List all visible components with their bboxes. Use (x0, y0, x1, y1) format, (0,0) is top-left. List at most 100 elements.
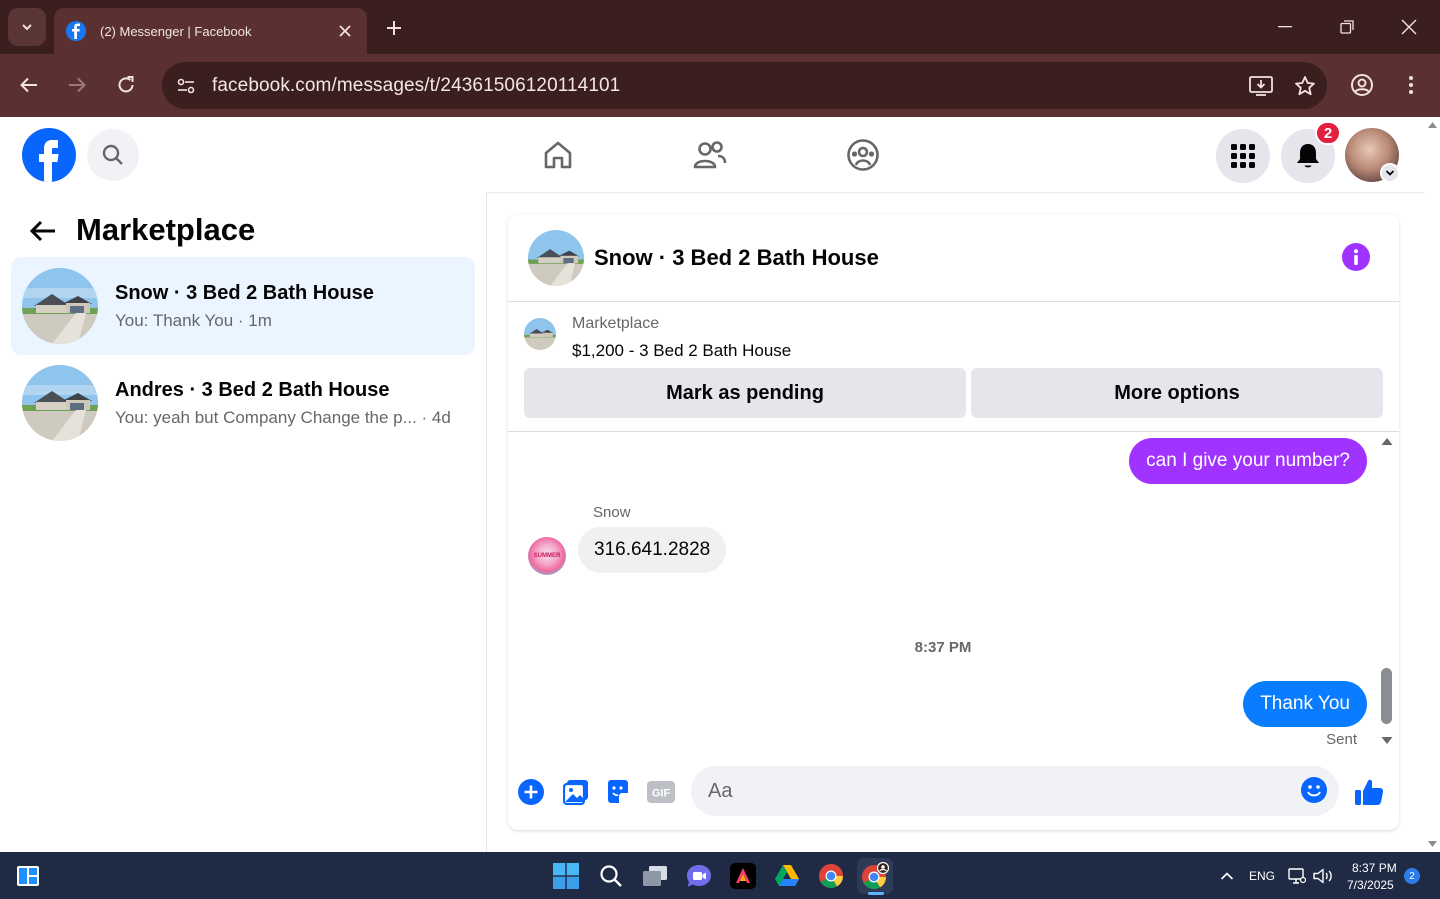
house-thumbnail (22, 268, 98, 344)
send-like-button[interactable] (1352, 775, 1386, 809)
outgoing-message[interactable]: can I give your number? (1129, 438, 1367, 484)
back-to-chats-button[interactable] (24, 212, 62, 250)
listing-source: Marketplace (572, 315, 660, 332)
menu-button[interactable] (1216, 129, 1270, 183)
start-button[interactable] (548, 858, 584, 894)
browser-tab-strip: (2) Messenger | Facebook (0, 0, 1440, 54)
widgets-icon (17, 866, 39, 886)
chat-window: Snow · 3 Bed 2 Bath House Marketplace $1… (508, 214, 1399, 830)
nav-groups[interactable] (839, 131, 887, 179)
show-hidden-icons-button[interactable] (1209, 858, 1245, 894)
restore-icon (1340, 20, 1354, 34)
facebook-search-button[interactable] (87, 129, 139, 181)
facebook-top-nav (0, 117, 1425, 192)
account-circle-icon (1351, 74, 1373, 96)
chrome-icon (819, 864, 843, 889)
attach-photo-button[interactable] (559, 775, 593, 809)
active-app-indicator (868, 892, 884, 895)
input-language[interactable]: ENG (1249, 869, 1275, 883)
nav-friends[interactable] (686, 131, 734, 179)
svg-text:GIF: GIF (652, 788, 671, 800)
clock-date[interactable]: 7/3/2025 (1347, 878, 1394, 892)
gif-button[interactable]: GIF (644, 775, 678, 809)
conversation-preview: You: Thank You · 1m (115, 310, 272, 330)
message-composer: GIF (508, 762, 1399, 822)
tab-search-button[interactable] (8, 8, 46, 46)
bell-icon (1297, 144, 1319, 168)
listing-price-title[interactable]: $1,200 - 3 Bed 2 Bath House (572, 341, 791, 361)
volume-status-icon[interactable] (1308, 858, 1338, 894)
more-options-button[interactable]: More options (971, 368, 1383, 418)
home-icon (544, 141, 572, 169)
arrow-right-icon (69, 77, 86, 93)
clock-time[interactable]: 8:37 PM (1352, 861, 1397, 875)
close-icon (1401, 19, 1417, 35)
plus-circle-icon (518, 779, 544, 805)
account-chevron-icon[interactable] (1380, 163, 1400, 183)
listing-thumbnail[interactable] (524, 318, 556, 350)
close-window-button[interactable] (1378, 0, 1440, 54)
panel-title: Marketplace (76, 212, 256, 247)
browser-tab-messenger[interactable]: (2) Messenger | Facebook (54, 8, 367, 54)
facebook-logo-icon[interactable] (22, 128, 76, 182)
adobe-express-button[interactable] (725, 858, 761, 894)
task-view-button[interactable] (637, 858, 673, 894)
restore-button[interactable] (1316, 0, 1378, 54)
chat-house-thumbnail[interactable] (528, 229, 584, 286)
plus-icon (387, 21, 401, 35)
chrome-profile-icon (862, 862, 889, 890)
message-timestamp: 8:37 PM (914, 639, 972, 656)
message-input-container[interactable] (691, 766, 1339, 816)
arrow-left-icon (20, 77, 37, 93)
profile-button[interactable] (1343, 66, 1381, 104)
more-actions-button[interactable] (514, 775, 548, 809)
message-status: Sent (1326, 731, 1357, 748)
google-drive-button[interactable] (769, 858, 805, 894)
reload-icon (118, 76, 134, 93)
info-icon (1354, 249, 1358, 265)
new-tab-button[interactable] (380, 14, 408, 42)
marketplace-listing-banner: Marketplace $1,200 - 3 Bed 2 Bath House … (508, 302, 1399, 432)
address-bar[interactable]: facebook.com/messages/t/2436150612011410… (162, 62, 1327, 109)
site-info-icon[interactable] (164, 64, 208, 108)
page-scrollbar[interactable] (1425, 117, 1440, 852)
url-text[interactable]: facebook.com/messages/t/2436150612011410… (212, 75, 1239, 97)
bookmark-star-icon[interactable] (1283, 64, 1327, 108)
forward-button[interactable] (58, 66, 96, 104)
google-drive-icon (775, 865, 799, 886)
notification-center-badge[interactable]: 2 (1404, 868, 1420, 884)
chat-title[interactable]: Snow · 3 Bed 2 Bath House (594, 245, 879, 271)
outgoing-message[interactable]: Thank You (1243, 681, 1367, 727)
reload-button[interactable] (107, 66, 145, 104)
sticker-button[interactable] (601, 775, 635, 809)
windows-taskbar: ENG 8:37 PM 7/3/2025 (0, 852, 1440, 899)
sender-avatar[interactable]: SUMMER (528, 537, 566, 575)
close-tab-icon[interactable] (335, 21, 355, 41)
install-app-icon[interactable] (1239, 64, 1283, 108)
friends-icon (693, 141, 727, 169)
speaker-icon (1313, 868, 1332, 884)
chrome-button[interactable] (813, 858, 849, 894)
incoming-message[interactable]: 316.641.2828 (578, 527, 727, 573)
widgets-button[interactable] (10, 858, 46, 894)
minimize-button[interactable] (1254, 0, 1316, 54)
thumbs-up-icon (1355, 779, 1384, 805)
nav-home[interactable] (534, 131, 582, 179)
conversation-item[interactable]: Snow · 3 Bed 2 Bath House You: Thank You… (11, 257, 475, 355)
thread-scrollbar-thumb[interactable] (1381, 668, 1392, 724)
message-input[interactable] (708, 779, 1268, 803)
mark-as-pending-button[interactable]: Mark as pending (524, 368, 966, 418)
emoji-icon[interactable] (1300, 776, 1328, 804)
conversation-info-button[interactable] (1342, 243, 1370, 271)
browser-menu-button[interactable] (1392, 66, 1430, 104)
tab-title: (2) Messenger | Facebook (100, 23, 252, 39)
back-button[interactable] (10, 66, 48, 104)
arrow-left-icon (30, 220, 55, 242)
chrome-profile-button[interactable] (857, 858, 893, 894)
conversation-list-panel: Marketplace Snow · 3 Bed 2 Bath House Yo… (0, 192, 487, 852)
message-thread: can I give your number? Snow SUMMER 316.… (508, 432, 1399, 752)
search-icon (102, 144, 123, 165)
conversation-item[interactable]: Andres · 3 Bed 2 Bath House You: yeah bu… (11, 354, 475, 452)
teams-chat-button[interactable] (681, 858, 717, 894)
taskbar-search-button[interactable] (593, 858, 629, 894)
